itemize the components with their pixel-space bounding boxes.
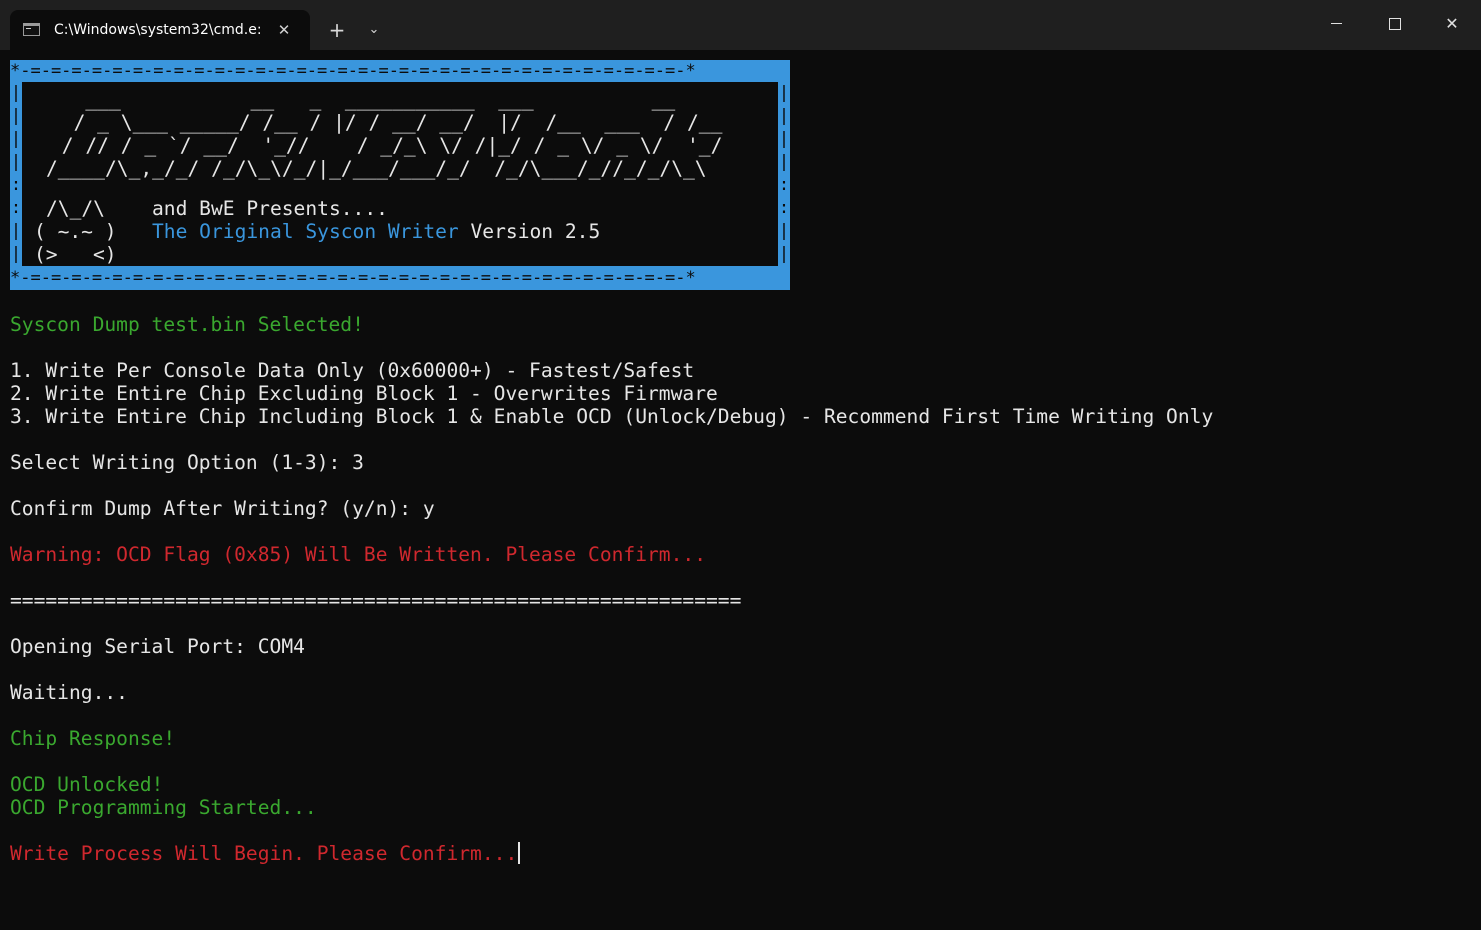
terminal-output[interactable]: *-=-=-=-=-=-=-=-=-=-=-=-=-=-=-=-=-=-=-=-… <box>10 60 1475 920</box>
close-tab-icon[interactable]: ✕ <box>274 20 294 40</box>
banner-right-border: | | | | : : | | <box>778 83 790 264</box>
waiting-message: Waiting... <box>10 681 128 704</box>
chevron-down-icon[interactable]: ⌄ <box>362 17 386 43</box>
write-confirm-prompt[interactable]: Write Process Will Begin. Please Confirm… <box>10 842 521 865</box>
product-line: The Original Syscon Writer Version 2.5 <box>152 220 600 243</box>
owl-art-line: ( ~.~ ) <box>34 220 117 243</box>
separator-line: ========================================… <box>10 589 742 612</box>
maximize-button[interactable] <box>1365 0 1423 48</box>
option-1: 1. Write Per Console Data Only (0x60000+… <box>10 359 695 382</box>
ascii-art-line: /____/\_,_/_/ /_/\_\/_/|_/___/___/_/ /_/… <box>46 157 707 180</box>
ascii-art-line: / // / _ `/ __/ '_// / _/_\ \/ /|_/ / _ … <box>50 134 723 157</box>
ocd-warning: Warning: OCD Flag (0x85) Will Be Written… <box>10 543 706 566</box>
owl-art-line: /\_/\ <box>46 197 105 220</box>
maximize-icon <box>1389 18 1401 30</box>
owl-art-line: (> <) <box>34 243 117 266</box>
write-confirm-text: Write Process Will Begin. Please Confirm… <box>10 842 518 865</box>
ascii-art-line: ___ __ _ ___________ ___ __ <box>50 88 676 111</box>
minimize-button[interactable] <box>1307 0 1365 48</box>
close-window-button[interactable]: ✕ <box>1423 0 1481 48</box>
product-name: The Original Syscon Writer <box>152 220 459 243</box>
version-text: Version 2.5 <box>458 220 601 243</box>
ocd-unlocked-message: OCD Unlocked! <box>10 773 164 796</box>
new-tab-button[interactable]: + <box>324 17 350 43</box>
chip-response-message: Chip Response! <box>10 727 176 750</box>
banner-bottom-border: *-=-=-=-=-=-=-=-=-=-=-=-=-=-=-=-=-=-=-=-… <box>10 268 696 288</box>
ascii-art-line: / _ \___ _____/ /__ / |/ / __/ __/ |/ /_… <box>50 111 723 134</box>
presents-text: and BwE Presents.... <box>152 197 388 220</box>
tab-cmd[interactable]: C:\Windows\system32\cmd.e: ✕ <box>10 10 310 50</box>
title-bar: C:\Windows\system32\cmd.e: ✕ + ⌄ ✕ <box>0 0 1481 50</box>
banner-top-border: *-=-=-=-=-=-=-=-=-=-=-=-=-=-=-=-=-=-=-=-… <box>10 61 696 81</box>
option-2: 2. Write Entire Chip Excluding Block 1 -… <box>10 382 718 405</box>
banner-left-border: | | | | : : | | <box>10 83 22 264</box>
tab-title: C:\Windows\system32\cmd.e: <box>54 22 262 38</box>
option-3: 3. Write Entire Chip Including Block 1 &… <box>10 405 1214 428</box>
minimize-icon <box>1331 23 1342 24</box>
ocd-programming-message: OCD Programming Started... <box>10 796 317 819</box>
select-option-prompt: Select Writing Option (1-3): 3 <box>10 451 364 474</box>
opening-port-message: Opening Serial Port: COM4 <box>10 635 305 658</box>
banner-content: ___ __ _ ___________ ___ __ / _ \___ ___… <box>22 82 778 266</box>
ascii-banner: *-=-=-=-=-=-=-=-=-=-=-=-=-=-=-=-=-=-=-=-… <box>10 60 790 290</box>
selected-dump-message: Syscon Dump test.bin Selected! <box>10 313 364 336</box>
text-cursor <box>518 842 521 864</box>
confirm-dump-prompt: Confirm Dump After Writing? (y/n): y <box>10 497 435 520</box>
command-prompt-icon <box>23 23 40 36</box>
terminal-window: C:\Windows\system32\cmd.e: ✕ + ⌄ ✕ *-=-=… <box>0 0 1481 930</box>
